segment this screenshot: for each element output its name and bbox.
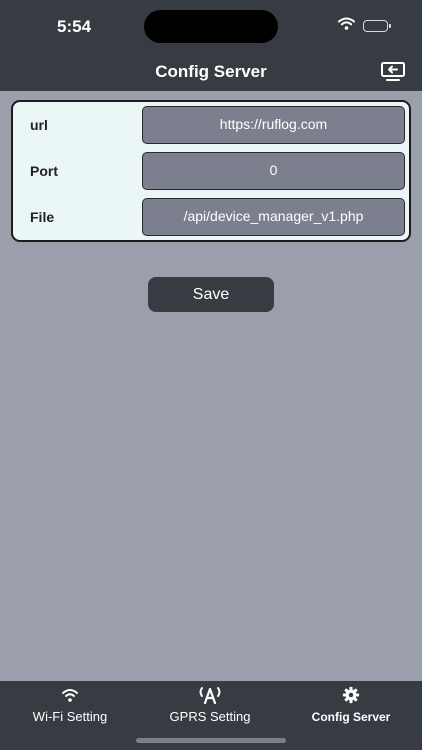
port-label: Port (30, 163, 58, 179)
url-row: url https://ruflog.com (13, 106, 409, 144)
tab-config-server[interactable]: Config Server (281, 681, 421, 731)
battery-icon (363, 20, 391, 32)
port-field[interactable]: 0 (142, 152, 405, 190)
file-field[interactable]: /api/device_manager_v1.php (142, 198, 405, 236)
home-indicator (136, 738, 286, 743)
tab-label: GPRS Setting (169, 709, 251, 724)
dynamic-island (144, 10, 278, 43)
screen-share-icon[interactable] (380, 60, 406, 82)
page-title: Config Server (155, 62, 267, 81)
tab-label: Config Server (311, 710, 391, 724)
wifi-icon (0, 686, 140, 706)
url-field[interactable]: https://ruflog.com (142, 106, 405, 144)
file-row: File /api/device_manager_v1.php (13, 198, 409, 236)
file-label: File (30, 209, 55, 225)
top-bar: 5:54 Config Server (0, 0, 422, 91)
port-row: Port 0 (13, 152, 409, 190)
tab-gprs-setting[interactable]: GPRS Setting (140, 681, 280, 731)
url-label: url (30, 117, 48, 133)
wifi-status-icon (338, 17, 355, 35)
status-time: 5:54 (57, 17, 92, 36)
antenna-icon (140, 686, 280, 706)
server-config-card: url https://ruflog.com Port 0 File /api/… (11, 100, 411, 242)
gear-icon (281, 686, 421, 706)
tab-wifi-setting[interactable]: Wi-Fi Setting (0, 681, 140, 731)
save-button[interactable]: Save (148, 277, 274, 312)
status-icons (338, 17, 391, 35)
tab-label: Wi-Fi Setting (32, 709, 108, 724)
